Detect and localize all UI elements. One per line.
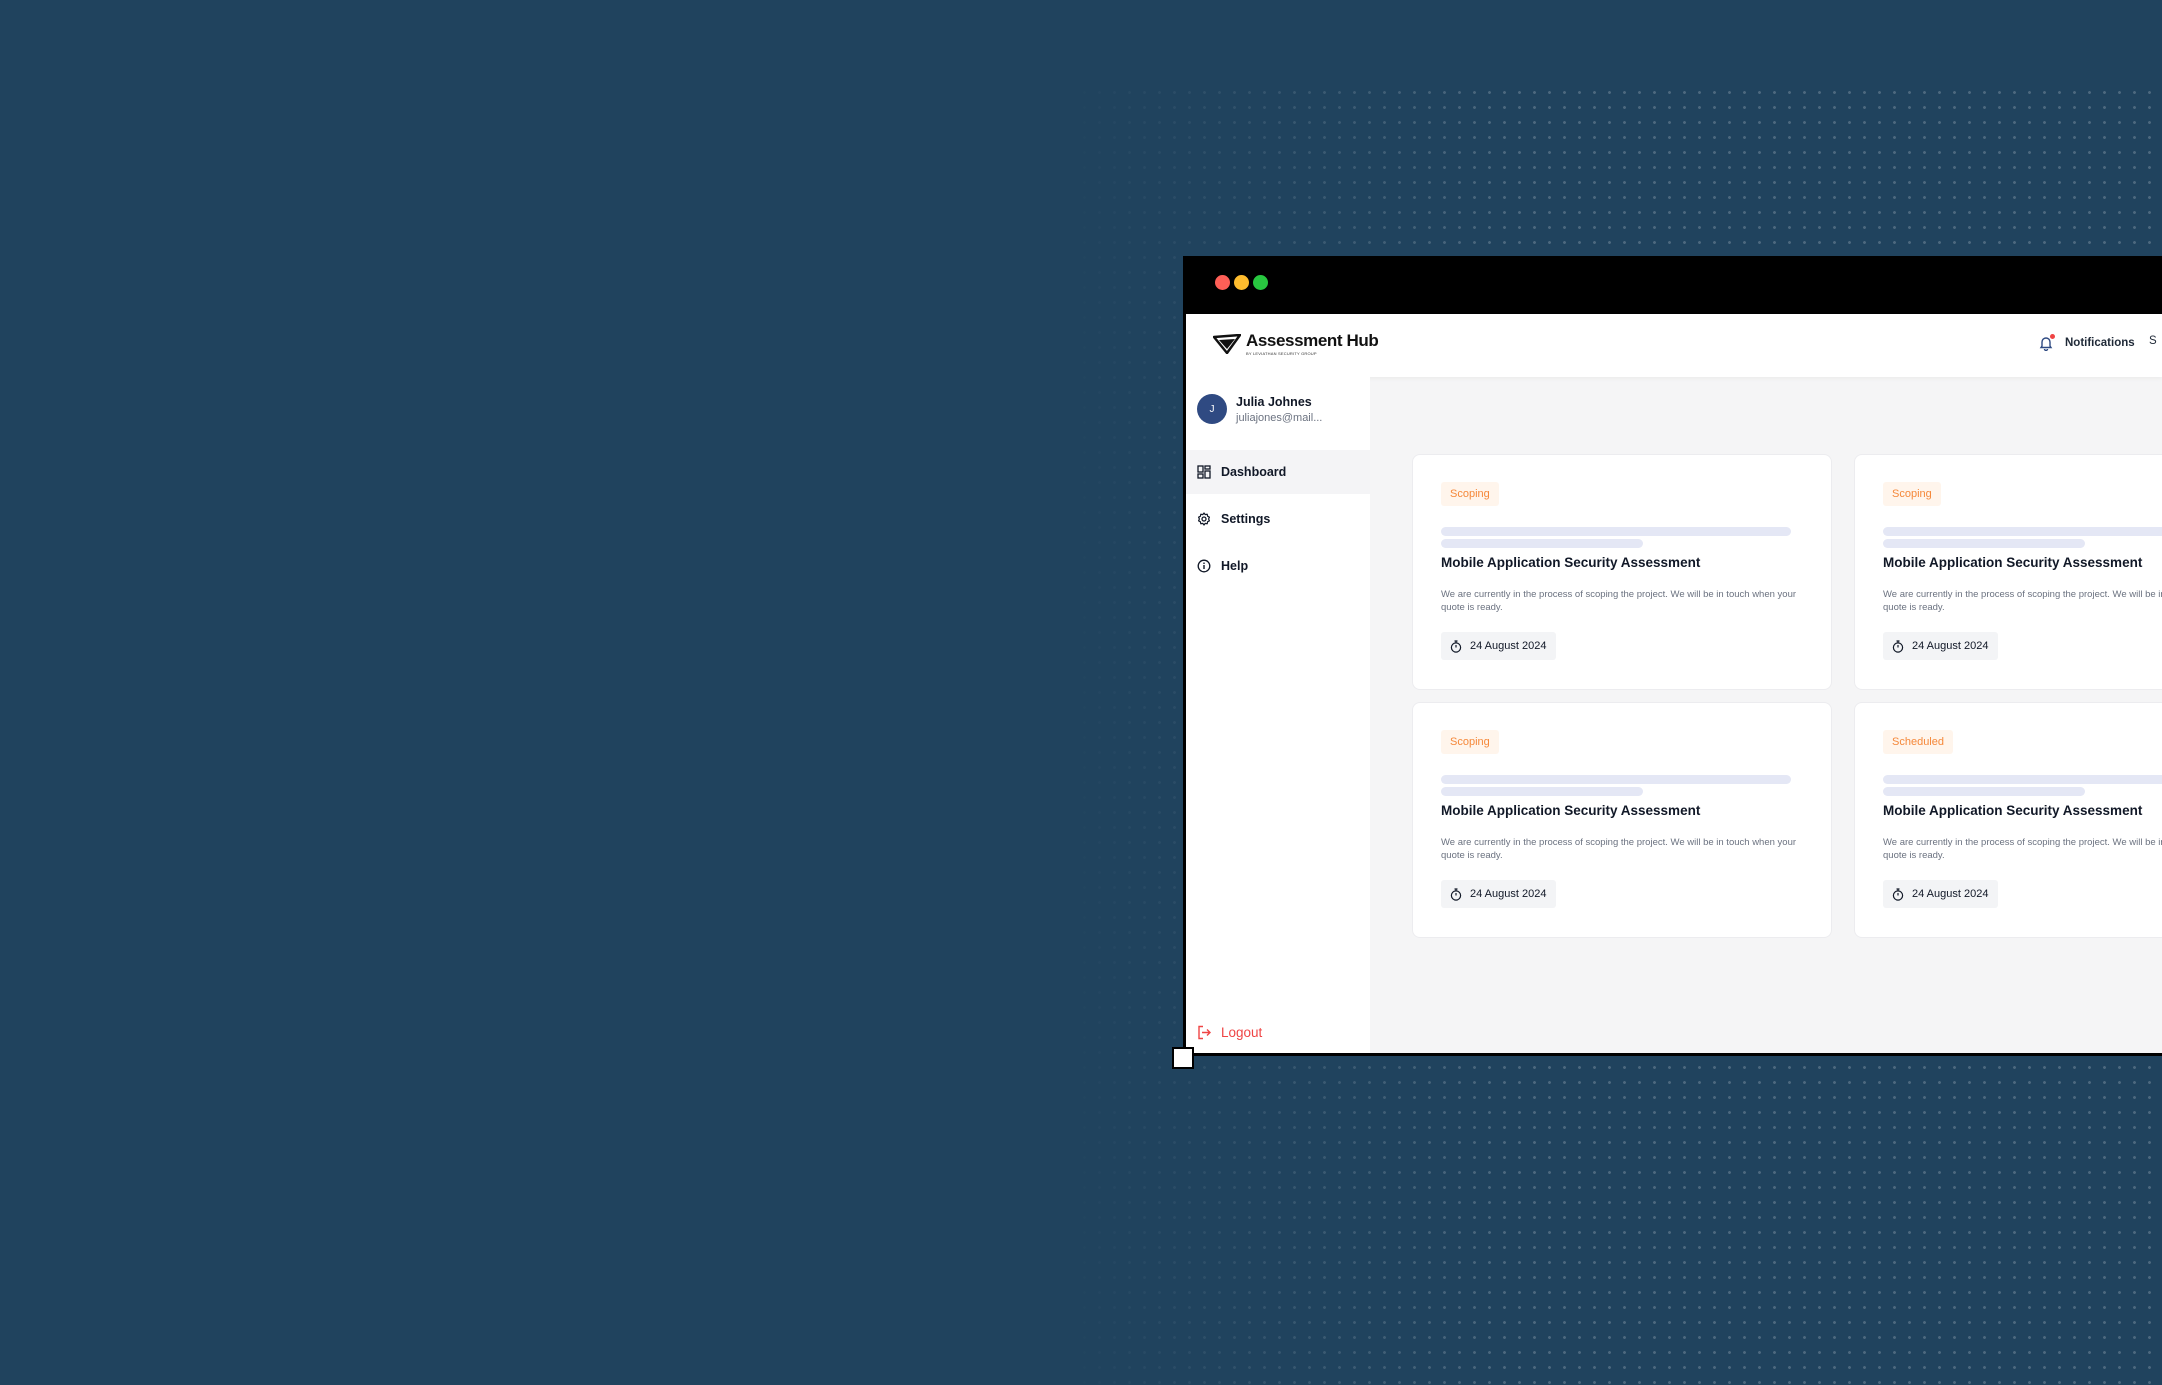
loading-placeholder-bar <box>1441 539 1643 548</box>
stopwatch-icon <box>1892 887 1904 901</box>
loading-placeholder-bar <box>1441 787 1643 796</box>
notifications-label: Notifications <box>2065 337 2135 349</box>
stopwatch-icon <box>1892 639 1904 653</box>
app-title: Assessment Hub <box>1246 331 1379 350</box>
loading-placeholder-bar <box>1441 527 1791 536</box>
notifications-button[interactable]: Notifications <box>2039 334 2135 352</box>
card-title: Mobile Application Security Assessment <box>1441 803 1701 818</box>
shield-logo-icon <box>1213 334 1241 354</box>
maximize-window-button[interactable] <box>1253 275 1268 290</box>
date-chip: 24 August 2024 <box>1441 632 1557 660</box>
dashboard-icon <box>1197 465 1211 479</box>
status-badge: Scheduled <box>1883 730 1953 754</box>
app-subtitle: BY LEVIATHAN SECURITY GROUP <box>1246 351 1317 356</box>
assessment-card[interactable]: Scoping Mobile Application Security Asse… <box>1854 454 2162 690</box>
card-date: 24 August 2024 <box>1912 640 1989 652</box>
app-window: Assessment Hub BY LEVIATHAN SECURITY GRO… <box>1183 256 2162 1056</box>
assessment-card[interactable]: Scheduled Mobile Application Security As… <box>1854 702 2162 938</box>
card-title: Mobile Application Security Assessment <box>1883 555 2143 570</box>
bell-icon <box>2039 334 2055 352</box>
logout-label: Logout <box>1221 1025 1263 1040</box>
top-header: Assessment Hub BY LEVIATHAN SECURITY GRO… <box>1186 314 2162 377</box>
card-description: We are currently in the process of scopi… <box>1883 589 2162 613</box>
app-content: Assessment Hub BY LEVIATHAN SECURITY GRO… <box>1186 314 2162 1053</box>
status-badge: Scoping <box>1883 482 1941 506</box>
app-logo[interactable]: Assessment Hub BY LEVIATHAN SECURITY GRO… <box>1213 331 1379 356</box>
header-cut-off-item[interactable]: S <box>2149 335 2157 347</box>
loading-placeholder-bar <box>1883 787 2085 796</box>
gear-icon <box>1198 512 1210 526</box>
minimize-window-button[interactable] <box>1234 275 1249 290</box>
notification-dot <box>2050 334 2055 339</box>
assessment-card[interactable]: Scoping Mobile Application Security Asse… <box>1412 702 1832 938</box>
card-description: We are currently in the process of scopi… <box>1441 589 1797 613</box>
card-date: 24 August 2024 <box>1470 888 1547 900</box>
logout-icon <box>1198 1025 1211 1040</box>
resize-handle[interactable] <box>1172 1047 1194 1069</box>
sidebar-item-help[interactable]: Help <box>1186 544 1370 588</box>
card-title: Mobile Application Security Assessment <box>1441 555 1701 570</box>
status-badge: Scoping <box>1441 730 1499 754</box>
window-titlebar[interactable] <box>1186 256 2162 314</box>
date-chip: 24 August 2024 <box>1883 880 1999 908</box>
avatar: J <box>1197 394 1227 424</box>
user-name: Julia Johnes <box>1236 394 1312 409</box>
sidebar-item-dashboard[interactable]: Dashboard <box>1186 450 1370 494</box>
stopwatch-icon <box>1450 639 1462 653</box>
loading-placeholder-bar <box>1883 775 2162 784</box>
sidebar-item-settings[interactable]: Settings <box>1186 497 1370 541</box>
loading-placeholder-bar <box>1441 775 1791 784</box>
loading-placeholder-bar <box>1883 527 2162 536</box>
assessment-card[interactable]: Scoping Mobile Application Security Asse… <box>1412 454 1832 690</box>
card-title: Mobile Application Security Assessment <box>1883 803 2143 818</box>
card-date: 24 August 2024 <box>1912 888 1989 900</box>
user-email: juliajones@mail... <box>1236 411 1323 424</box>
info-icon <box>1197 559 1211 573</box>
close-window-button[interactable] <box>1215 275 1230 290</box>
stopwatch-icon <box>1450 887 1462 901</box>
logout-button[interactable]: Logout <box>1197 1025 1262 1040</box>
date-chip: 24 August 2024 <box>1441 880 1557 908</box>
card-description: We are currently in the process of scopi… <box>1441 837 1797 861</box>
card-description: We are currently in the process of scopi… <box>1883 837 2162 861</box>
sidebar-item-label: Help <box>1221 559 1249 573</box>
loading-placeholder-bar <box>1883 539 2085 548</box>
sidebar-item-label: Dashboard <box>1221 465 1287 479</box>
sidebar-item-label: Settings <box>1221 512 1271 526</box>
sidebar: J Julia Johnes juliajones@mail... Dashbo… <box>1186 377 1370 1053</box>
user-profile[interactable]: J Julia Johnes juliajones@mail... <box>1197 394 1322 424</box>
status-badge: Scoping <box>1441 482 1499 506</box>
card-date: 24 August 2024 <box>1470 640 1547 652</box>
date-chip: 24 August 2024 <box>1883 632 1999 660</box>
